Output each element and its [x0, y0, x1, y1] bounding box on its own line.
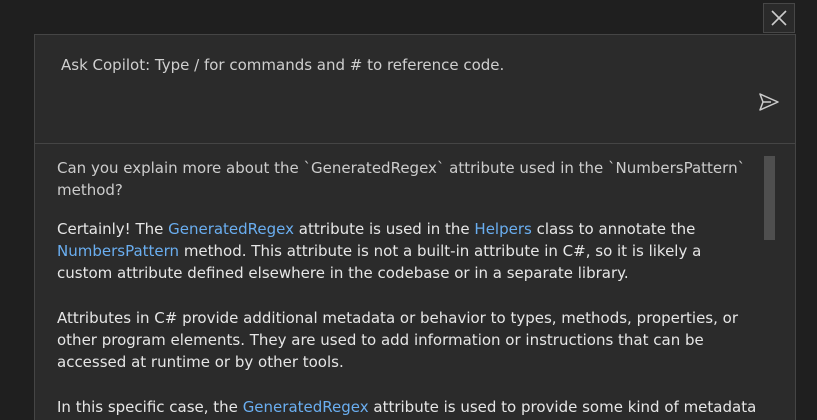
answer-paragraph-1: Certainly! The GeneratedRegex attribute …	[57, 218, 757, 284]
code-link-helpers[interactable]: Helpers	[474, 220, 531, 238]
close-icon	[771, 10, 787, 26]
answer-text: In this specific case, the	[57, 398, 243, 416]
code-link-generatedregex[interactable]: GeneratedRegex	[168, 220, 294, 238]
user-question: Can you explain more about the `Generate…	[57, 159, 746, 199]
send-icon	[759, 93, 779, 111]
code-link-generatedregex[interactable]: GeneratedRegex	[243, 398, 369, 416]
close-button[interactable]	[763, 3, 795, 33]
copilot-panel: Ask Copilot: Type / for commands and # t…	[34, 34, 796, 420]
send-button[interactable]	[757, 90, 781, 114]
chat-input-placeholder: Ask Copilot: Type / for commands and # t…	[61, 56, 505, 74]
code-link-numberspattern[interactable]: NumbersPattern	[57, 242, 179, 260]
chat-input[interactable]: Ask Copilot: Type / for commands and # t…	[35, 35, 795, 144]
answer-text: class to annotate the	[531, 220, 696, 238]
chat-history: Can you explain more about the `Generate…	[35, 144, 795, 420]
answer-paragraph-2: Attributes in C# provide additional meta…	[57, 309, 739, 371]
answer-text: Certainly! The	[57, 220, 169, 238]
assistant-answer: Certainly! The GeneratedRegex attribute …	[57, 218, 757, 420]
answer-text: attribute is used to provide some kind o…	[368, 398, 757, 416]
answer-text: attribute is used in the	[294, 220, 475, 238]
chat-scrollbar-thumb[interactable]	[764, 156, 775, 240]
answer-paragraph-3: In this specific case, the GeneratedRege…	[57, 396, 757, 418]
